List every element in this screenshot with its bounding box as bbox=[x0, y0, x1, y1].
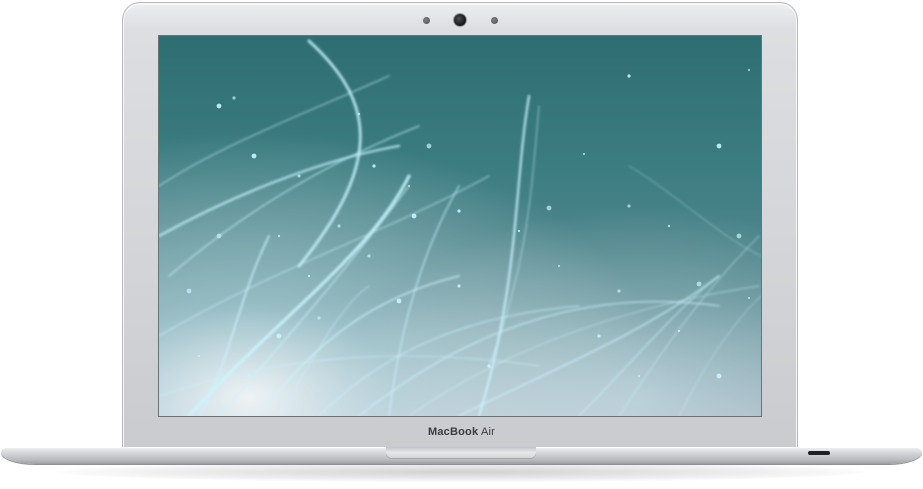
brand-name-bold: MacBook bbox=[427, 426, 479, 438]
sparkle bbox=[251, 153, 257, 159]
sparkle bbox=[457, 284, 461, 288]
sparkle bbox=[186, 288, 192, 294]
sparkle bbox=[736, 233, 742, 239]
sparkle bbox=[426, 143, 432, 149]
brand-name-model: Air bbox=[478, 426, 495, 438]
sparkle bbox=[246, 373, 252, 379]
sparkle bbox=[216, 233, 222, 239]
sparkle bbox=[297, 174, 301, 178]
port-icon bbox=[808, 451, 830, 455]
sparkle bbox=[232, 96, 236, 100]
sparkle bbox=[407, 184, 411, 188]
sparkle bbox=[677, 329, 681, 333]
sparkle bbox=[617, 289, 621, 293]
sparkle bbox=[627, 204, 631, 208]
ambient-light-sensor bbox=[423, 17, 430, 24]
hinge bbox=[386, 447, 536, 459]
wallpaper-art bbox=[159, 36, 761, 416]
sparkle bbox=[546, 205, 552, 211]
sparkle bbox=[517, 229, 521, 233]
sparkle bbox=[357, 112, 361, 116]
sparkle bbox=[372, 164, 376, 168]
sparkle bbox=[457, 209, 461, 213]
sparkle bbox=[696, 281, 702, 287]
sparkle bbox=[337, 224, 341, 228]
sparkle bbox=[276, 333, 282, 339]
sparkle bbox=[277, 234, 281, 238]
sparkle bbox=[716, 143, 722, 149]
sparkle bbox=[747, 68, 751, 72]
sparkle bbox=[557, 264, 561, 268]
screen-wallpaper bbox=[159, 36, 761, 416]
desk-shadow bbox=[60, 462, 863, 482]
camera-icon bbox=[454, 14, 466, 26]
sparkle bbox=[582, 152, 586, 156]
sparkle bbox=[317, 316, 321, 320]
sparkle bbox=[307, 274, 311, 278]
sparkle bbox=[597, 334, 601, 338]
laptop-illustration: MacBook Air bbox=[0, 0, 923, 489]
sparkle bbox=[637, 374, 641, 378]
status-light bbox=[491, 17, 498, 24]
sparkle bbox=[396, 298, 402, 304]
sparkle bbox=[216, 103, 222, 109]
sparkle bbox=[747, 296, 751, 300]
brand-label: MacBook Air bbox=[0, 426, 923, 438]
sparkle bbox=[411, 213, 417, 219]
sparkle bbox=[627, 74, 631, 78]
sparkle bbox=[667, 224, 671, 228]
sparkle bbox=[716, 373, 722, 379]
sparkle bbox=[487, 364, 491, 368]
sparkle bbox=[197, 354, 201, 358]
sparkle bbox=[367, 254, 371, 258]
